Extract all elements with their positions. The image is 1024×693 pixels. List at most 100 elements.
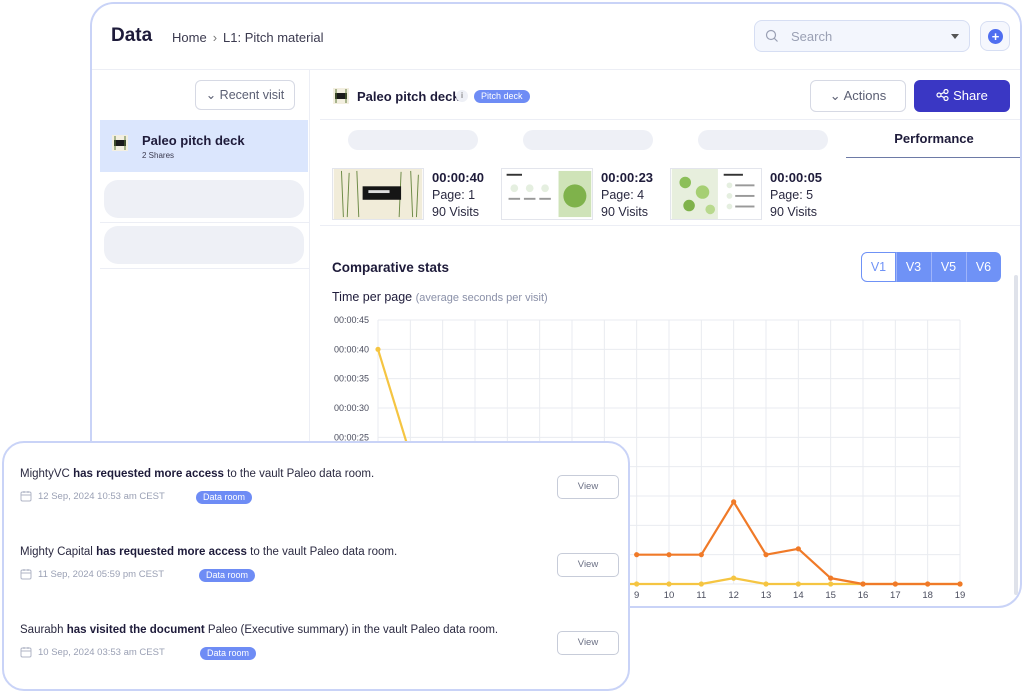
- app-title: Data: [111, 25, 153, 46]
- x-tick-label: 16: [858, 590, 869, 601]
- page-number: Page: 5: [770, 188, 814, 202]
- notification-actor: Saurabh: [20, 624, 64, 636]
- y-tick-label: 00:00:45: [334, 315, 369, 325]
- share-label: Share: [953, 88, 988, 103]
- data-point: [375, 346, 381, 352]
- version-v6-button[interactable]: V6: [966, 252, 1001, 282]
- chart-title-main: Time per page: [332, 290, 413, 304]
- chevron-down-icon: ⌄: [205, 88, 217, 102]
- calendar-icon: [20, 569, 32, 580]
- add-button[interactable]: +: [980, 21, 1010, 51]
- page-visits: 90 Visits: [601, 205, 649, 219]
- tab-performance[interactable]: Performance: [846, 120, 1020, 158]
- tab-bar: Performance: [320, 120, 1020, 158]
- page-thumbnail: [332, 168, 424, 220]
- data-point: [731, 575, 737, 581]
- share-button[interactable]: Share: [914, 80, 1010, 112]
- page-thumbnail: [501, 168, 593, 220]
- notifications-panel: MightyVC has requested more access to th…: [2, 441, 630, 691]
- x-tick-label: 15: [825, 590, 836, 601]
- notification-item: Mighty Capital has requested more access…: [20, 546, 620, 606]
- view-button[interactable]: View: [557, 631, 619, 655]
- page-thumbnail: [670, 168, 762, 220]
- x-tick-label: 12: [728, 590, 739, 601]
- data-point: [860, 581, 866, 587]
- scrollbar[interactable]: [1014, 275, 1018, 595]
- view-button[interactable]: View: [557, 475, 619, 499]
- comparative-stats-title: Comparative stats: [332, 260, 450, 275]
- page-visits: 90 Visits: [432, 205, 480, 219]
- data-point: [698, 552, 704, 558]
- data-point: [763, 552, 769, 558]
- notification-item: Saurabh has visited the document Paleo (…: [20, 624, 620, 684]
- notification-message: Mighty Capital has requested more access…: [20, 546, 397, 558]
- data-room-badge: Data room: [200, 647, 257, 660]
- notification-rest: Paleo (Executive summary) in the vault P…: [207, 624, 499, 636]
- sidebar-item-paleo-pitch-deck[interactable]: Paleo pitch deck 2 Shares: [100, 120, 308, 172]
- data-point: [892, 581, 898, 587]
- info-icon[interactable]: i: [456, 90, 468, 102]
- x-tick-label: 17: [890, 590, 901, 601]
- x-tick-label: 13: [761, 590, 772, 601]
- page-card[interactable]: 00:00:40 Page: 1 90 Visits: [332, 168, 492, 222]
- share-icon: [936, 88, 949, 102]
- top-bar: Data Home › L1: Pitch material Search +: [92, 4, 1020, 70]
- search-icon: [765, 29, 778, 42]
- data-point: [763, 581, 769, 587]
- x-tick-label: 9: [634, 590, 639, 601]
- x-tick-label: 14: [793, 590, 804, 601]
- document-title: Paleo pitch deck: [357, 89, 460, 104]
- chart-title: Time per page (average seconds per visit…: [332, 290, 548, 304]
- view-button[interactable]: View: [557, 553, 619, 577]
- data-point: [795, 581, 801, 587]
- plus-icon: +: [988, 29, 1003, 44]
- data-point: [666, 552, 672, 558]
- data-point: [731, 499, 737, 505]
- tab-placeholder[interactable]: [523, 130, 653, 150]
- y-tick-label: 00:00:35: [334, 374, 369, 384]
- sidebar-divider: [100, 222, 309, 223]
- x-tick-label: 11: [696, 590, 706, 601]
- version-v1-button[interactable]: V1: [861, 252, 896, 282]
- version-v5-button[interactable]: V5: [931, 252, 966, 282]
- tab-placeholder[interactable]: [348, 130, 478, 150]
- page-card[interactable]: 00:00:05 Page: 5 90 Visits: [670, 168, 830, 222]
- page-time: 00:00:23: [601, 170, 654, 185]
- page-time: 00:00:05: [770, 170, 823, 185]
- data-room-badge: Data room: [196, 491, 253, 504]
- document-thumbnail-icon: [112, 135, 128, 151]
- tab-placeholder[interactable]: [698, 130, 828, 150]
- sidebar-item-shares: 2 Shares: [142, 151, 175, 160]
- data-point: [666, 581, 672, 587]
- page-performance-strip: 00:00:40 Page: 1 90 Visits 00:00:23 Page…: [320, 164, 1020, 226]
- page-card[interactable]: 00:00:23 Page: 4 90 Visits: [501, 168, 661, 222]
- data-room-badge: Data room: [199, 569, 256, 582]
- chart-subtitle: (average seconds per visit): [415, 292, 548, 304]
- page-number: Page: 1: [432, 188, 476, 202]
- notification-actor: MightyVC: [20, 468, 70, 480]
- breadcrumb-home[interactable]: Home: [172, 30, 207, 45]
- version-v3-button[interactable]: V3: [896, 252, 931, 282]
- data-point: [957, 581, 963, 587]
- notification-action: has requested more access: [73, 468, 224, 480]
- notification-message: Saurabh has visited the document Paleo (…: [20, 624, 498, 636]
- search-input[interactable]: Search: [754, 20, 970, 52]
- data-point: [698, 581, 704, 587]
- sidebar-divider: [100, 268, 309, 269]
- data-point: [828, 581, 834, 587]
- data-point: [828, 575, 834, 581]
- calendar-icon: [20, 491, 32, 502]
- document-type-badge: Pitch deck: [474, 90, 530, 103]
- recent-visit-button[interactable]: ⌄ Recent visit: [195, 80, 295, 110]
- breadcrumb-current[interactable]: L1: Pitch material: [223, 30, 323, 45]
- actions-button[interactable]: ⌄ Actions: [810, 80, 906, 112]
- notification-action: has requested more access: [96, 546, 247, 558]
- document-header: Paleo pitch deck i Pitch deck ⌄ Actions …: [320, 70, 1020, 120]
- calendar-icon: [20, 647, 32, 658]
- y-tick-label: 00:00:40: [334, 344, 369, 354]
- notification-message: MightyVC has requested more access to th…: [20, 468, 374, 480]
- notification-rest: to the vault Paleo data room.: [250, 546, 398, 558]
- x-tick-label: 10: [664, 590, 675, 601]
- chevron-down-icon[interactable]: [951, 34, 959, 39]
- notification-date: 11 Sep, 2024 05:59 pm CEST: [38, 569, 165, 580]
